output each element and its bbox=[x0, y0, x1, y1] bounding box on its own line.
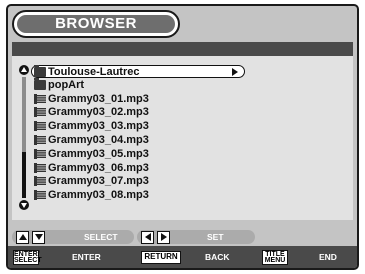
select-label: SELECT bbox=[84, 232, 118, 242]
list-item-label: Grammy03_02.mp3 bbox=[48, 106, 149, 119]
title-pill: BROWSER bbox=[12, 10, 180, 38]
music-file-icon bbox=[34, 176, 46, 187]
scroll-up-icon[interactable] bbox=[19, 65, 29, 75]
music-file-icon bbox=[34, 93, 46, 104]
folder-icon bbox=[34, 64, 46, 77]
list-header-bar bbox=[12, 42, 353, 56]
list-item[interactable]: Grammy03_04.mp3 bbox=[34, 133, 264, 147]
list-item[interactable]: Grammy03_02.mp3 bbox=[34, 106, 264, 120]
file-list: Toulouse-Lautrec popArt Grammy03_01.mp3 … bbox=[31, 64, 264, 202]
list-item[interactable]: Grammy03_05.mp3 bbox=[34, 147, 264, 161]
enter-select-key[interactable]: ENTER/ SELECT bbox=[13, 250, 42, 265]
list-item-label: Grammy03_08.mp3 bbox=[48, 189, 149, 202]
list-item[interactable]: Grammy03_07.mp3 bbox=[34, 175, 264, 189]
scroll-down-icon[interactable] bbox=[19, 200, 29, 210]
list-item-label: Grammy03_01.mp3 bbox=[48, 92, 149, 105]
triangle-up-icon bbox=[18, 234, 27, 240]
list-item-label: Grammy03_04.mp3 bbox=[48, 134, 149, 147]
up-key[interactable] bbox=[16, 231, 29, 244]
music-file-icon bbox=[34, 107, 46, 118]
music-file-icon bbox=[34, 121, 46, 132]
list-item[interactable]: Grammy03_08.mp3 bbox=[34, 188, 264, 202]
end-label: END bbox=[319, 252, 337, 262]
list-item-label: Grammy03_07.mp3 bbox=[48, 175, 149, 188]
list-item[interactable]: popArt bbox=[34, 77, 264, 92]
music-file-icon bbox=[34, 135, 46, 146]
scrollbar-thumb[interactable] bbox=[22, 152, 26, 198]
right-key[interactable] bbox=[157, 231, 170, 244]
play-arrow-icon bbox=[232, 68, 238, 76]
triangle-right-icon bbox=[160, 233, 167, 241]
page-title: BROWSER bbox=[55, 15, 137, 32]
list-item-label: Grammy03_06.mp3 bbox=[48, 161, 149, 174]
triangle-left-icon bbox=[144, 233, 151, 241]
list-item-label: popArt bbox=[48, 78, 85, 91]
list-item-selected[interactable]: Toulouse-Lautrec bbox=[31, 64, 245, 78]
bottom-bar bbox=[8, 246, 357, 268]
list-item-label: Toulouse-Lautrec bbox=[48, 65, 140, 78]
title-menu-key[interactable]: TITLE MENU bbox=[262, 250, 288, 265]
folder-icon bbox=[34, 77, 46, 90]
music-file-icon bbox=[34, 162, 46, 173]
down-key[interactable] bbox=[32, 231, 45, 244]
file-list-panel: Toulouse-Lautrec popArt Grammy03_01.mp3 … bbox=[12, 56, 353, 220]
set-label: SET bbox=[207, 232, 224, 242]
left-key[interactable] bbox=[141, 231, 154, 244]
set-hint-pill bbox=[137, 230, 255, 244]
back-label: BACK bbox=[205, 252, 230, 262]
list-item[interactable]: Grammy03_06.mp3 bbox=[34, 161, 264, 175]
browser-screen: BROWSER Toulouse-Lautrec popArt Grammy03… bbox=[6, 4, 359, 270]
music-file-icon bbox=[34, 148, 46, 159]
list-item[interactable]: Grammy03_01.mp3 bbox=[34, 92, 264, 106]
list-item-label: Grammy03_05.mp3 bbox=[48, 147, 149, 160]
list-item-label: Grammy03_03.mp3 bbox=[48, 120, 149, 133]
music-file-icon bbox=[34, 190, 46, 201]
return-key[interactable]: RETURN bbox=[141, 251, 181, 264]
list-item[interactable]: Grammy03_03.mp3 bbox=[34, 119, 264, 133]
enter-label: ENTER bbox=[72, 252, 101, 262]
triangle-down-icon bbox=[34, 234, 43, 240]
